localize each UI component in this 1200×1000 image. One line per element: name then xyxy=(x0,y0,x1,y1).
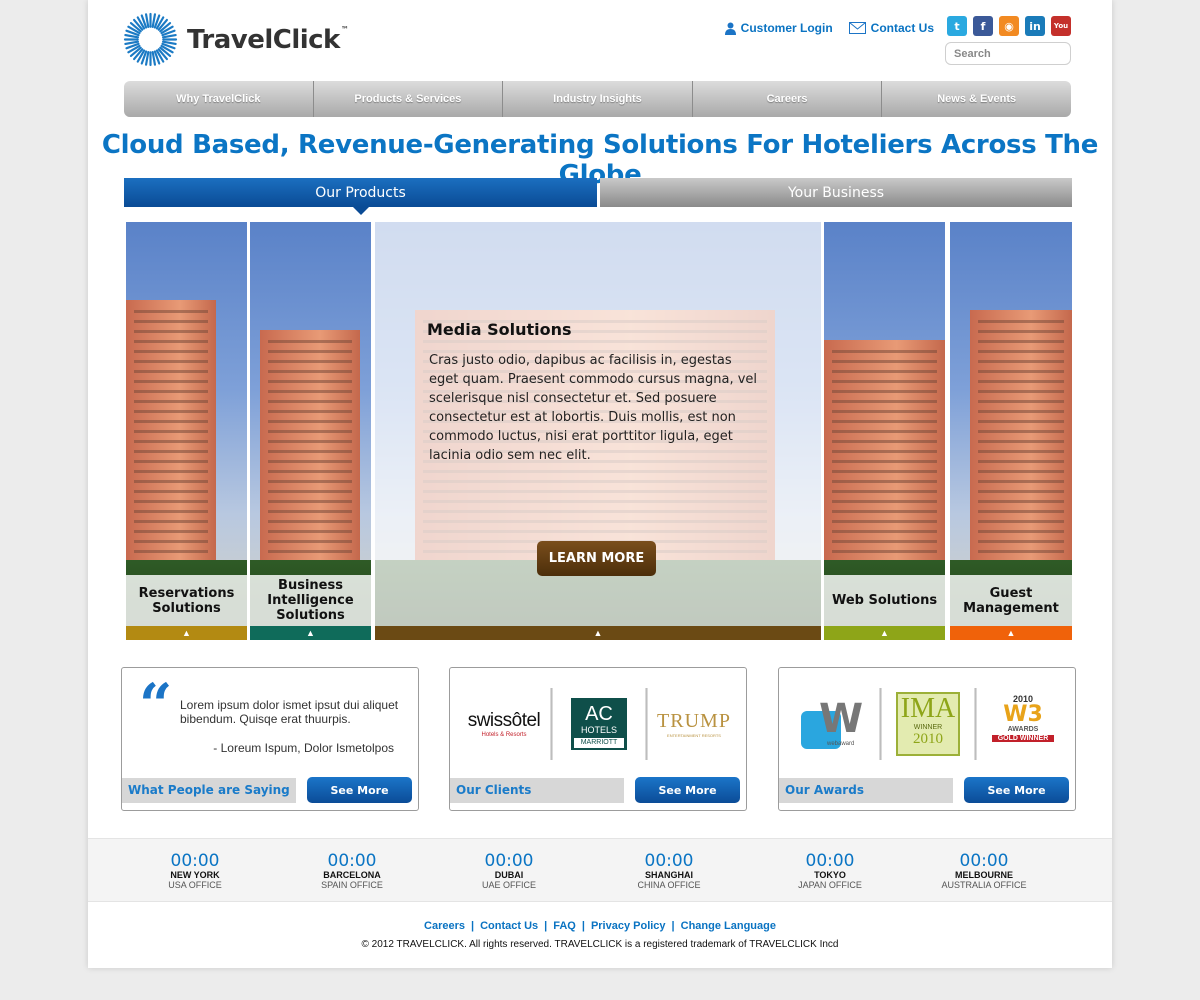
panel-color-bar: ▲ xyxy=(950,626,1072,640)
testimonial-box: “ Lorem ipsum dolor ismet ipsut dui aliq… xyxy=(121,667,419,811)
page-container: TravelClick™ Customer Login Contact Us t… xyxy=(88,0,1112,968)
clock-melbourne: 00:00 MELBOURNE AUSTRALIA OFFICE xyxy=(941,851,1027,890)
up-arrow-icon: ▲ xyxy=(593,628,603,638)
utility-links: Customer Login Contact Us xyxy=(724,21,934,35)
award-logos: W webaward IMA WINNER 2010 2010 W3 AWARD… xyxy=(787,688,1069,760)
clients-see-more-button[interactable]: See More xyxy=(635,777,740,803)
awards-box: W webaward IMA WINNER 2010 2010 W3 AWARD… xyxy=(778,667,1076,811)
nav-why-travelclick[interactable]: Why TravelClick xyxy=(124,81,314,117)
clock-tokyo: 00:00 TOKYO JAPAN OFFICE xyxy=(798,851,862,890)
nav-industry-insights[interactable]: Industry Insights xyxy=(503,81,693,117)
panel-label: Guest Management xyxy=(950,575,1072,626)
panel-color-bar: ▲ xyxy=(824,626,945,640)
travelclick-logo[interactable]: TravelClick™ xyxy=(123,12,349,67)
clock-shanghai: 00:00 SHANGHAI CHINA OFFICE xyxy=(637,851,701,890)
up-arrow-icon: ▲ xyxy=(182,628,191,638)
up-arrow-icon: ▲ xyxy=(880,628,889,638)
copyright-text: © 2012 TRAVELCLICK. All rights reserved.… xyxy=(361,939,839,950)
testimonial-author: - Loreum Ispum, Dolor Ismetolpos xyxy=(213,741,394,755)
swissotel-logo[interactable]: swissôtel Hotels & Resorts xyxy=(458,688,550,760)
rss-icon[interactable]: ◉ xyxy=(999,16,1019,36)
clients-box: swissôtel Hotels & Resorts AC HOTELS MAR… xyxy=(449,667,747,811)
panel-web-solutions[interactable]: Web Solutions ▲ xyxy=(824,222,945,640)
nav-news-events[interactable]: News & Events xyxy=(882,81,1071,117)
up-arrow-icon: ▲ xyxy=(1006,628,1016,638)
facebook-icon[interactable]: f xyxy=(973,16,993,36)
webaward-logo[interactable]: W webaward xyxy=(787,688,879,760)
panel-business-intelligence[interactable]: Business Intelligence Solutions ▲ xyxy=(250,222,371,640)
sunburst-logo-icon xyxy=(123,12,178,67)
client-logos: swissôtel Hotels & Resorts AC HOTELS MAR… xyxy=(458,688,740,760)
panel-reservations-solutions[interactable]: Reservations Solutions ▲ xyxy=(126,222,247,640)
main-navigation: Why TravelClick Products & Services Indu… xyxy=(124,81,1071,117)
clock-new-york: 00:00 NEW YORK USA OFFICE xyxy=(168,851,222,890)
clients-label: Our Clients xyxy=(450,778,624,803)
footer-link-privacy-policy[interactable]: Privacy Policy xyxy=(591,920,666,932)
envelope-icon xyxy=(848,22,866,34)
footer-links: Careers | Contact Us | FAQ | Privacy Policy | Ch… xyxy=(424,920,776,932)
clock-dubai: 00:00 DUBAI UAE OFFICE xyxy=(481,851,536,890)
footer-link-contact-us[interactable]: Contact Us xyxy=(480,920,538,932)
awards-see-more-button[interactable]: See More xyxy=(964,777,1069,803)
tab-your-business[interactable]: Your Business xyxy=(600,178,1072,207)
ima-award-logo[interactable]: IMA WINNER 2010 xyxy=(882,688,974,760)
panel-color-bar: ▲ xyxy=(250,626,371,640)
panel-label: Business Intelligence Solutions xyxy=(250,575,371,626)
product-carousel: Reservations Solutions ▲ Business Intell… xyxy=(124,222,1072,640)
featured-title: Media Solutions xyxy=(427,320,572,339)
ac-hotels-logo[interactable]: AC HOTELS MARRIOTT xyxy=(553,688,645,760)
panel-color-bar: ▲ xyxy=(375,626,821,640)
testimonial-text: Lorem ipsum dolor ismet ipsut dui alique… xyxy=(180,698,399,726)
trump-logo[interactable]: TRUMP ENTERTAINMENT RESORTS xyxy=(648,688,740,760)
search-input[interactable] xyxy=(945,42,1071,65)
tab-our-products[interactable]: Our Products xyxy=(124,178,597,215)
panel-guest-management[interactable]: Guest Management ▲ xyxy=(950,222,1072,640)
world-clocks: 00:00 NEW YORK USA OFFICE 00:00 BARCELON… xyxy=(88,838,1112,902)
panel-color-bar: ▲ xyxy=(126,626,247,640)
logo-wordmark: TravelClick™ xyxy=(187,24,349,55)
social-links: t f ◉ in You xyxy=(947,16,1071,36)
nav-careers[interactable]: Careers xyxy=(693,81,883,117)
up-arrow-icon: ▲ xyxy=(306,628,315,638)
panel-label: Web Solutions xyxy=(824,575,945,626)
panel-label: Reservations Solutions xyxy=(126,575,247,626)
footer-link-careers[interactable]: Careers xyxy=(424,920,465,932)
twitter-icon[interactable]: t xyxy=(947,16,967,36)
awards-label: Our Awards xyxy=(779,778,953,803)
learn-more-button[interactable]: LEARN MORE xyxy=(537,541,656,576)
youtube-icon[interactable]: You xyxy=(1051,16,1071,36)
w3-award-logo[interactable]: 2010 W3 AWARDS GOLD WINNER xyxy=(977,688,1069,760)
footer-link-faq[interactable]: FAQ xyxy=(553,920,576,932)
footer-link-change-language[interactable]: Change Language xyxy=(681,920,776,932)
panel-media-solutions-featured: Media Solutions Cras justo odio, dapibus… xyxy=(375,222,821,640)
featured-description: Cras justo odio, dapibus ac facilisis in… xyxy=(429,353,758,463)
testimonial-label: What People are Saying xyxy=(122,778,296,803)
user-icon xyxy=(724,22,736,35)
contact-us-link[interactable]: Contact Us xyxy=(848,21,934,35)
clock-barcelona: 00:00 BARCELONA SPAIN OFFICE xyxy=(321,851,383,890)
nav-products-services[interactable]: Products & Services xyxy=(314,81,504,117)
customer-login-link[interactable]: Customer Login xyxy=(724,21,833,35)
linkedin-icon[interactable]: in xyxy=(1025,16,1045,36)
quote-icon: “ xyxy=(139,671,173,739)
testimonial-see-more-button[interactable]: See More xyxy=(307,777,412,803)
